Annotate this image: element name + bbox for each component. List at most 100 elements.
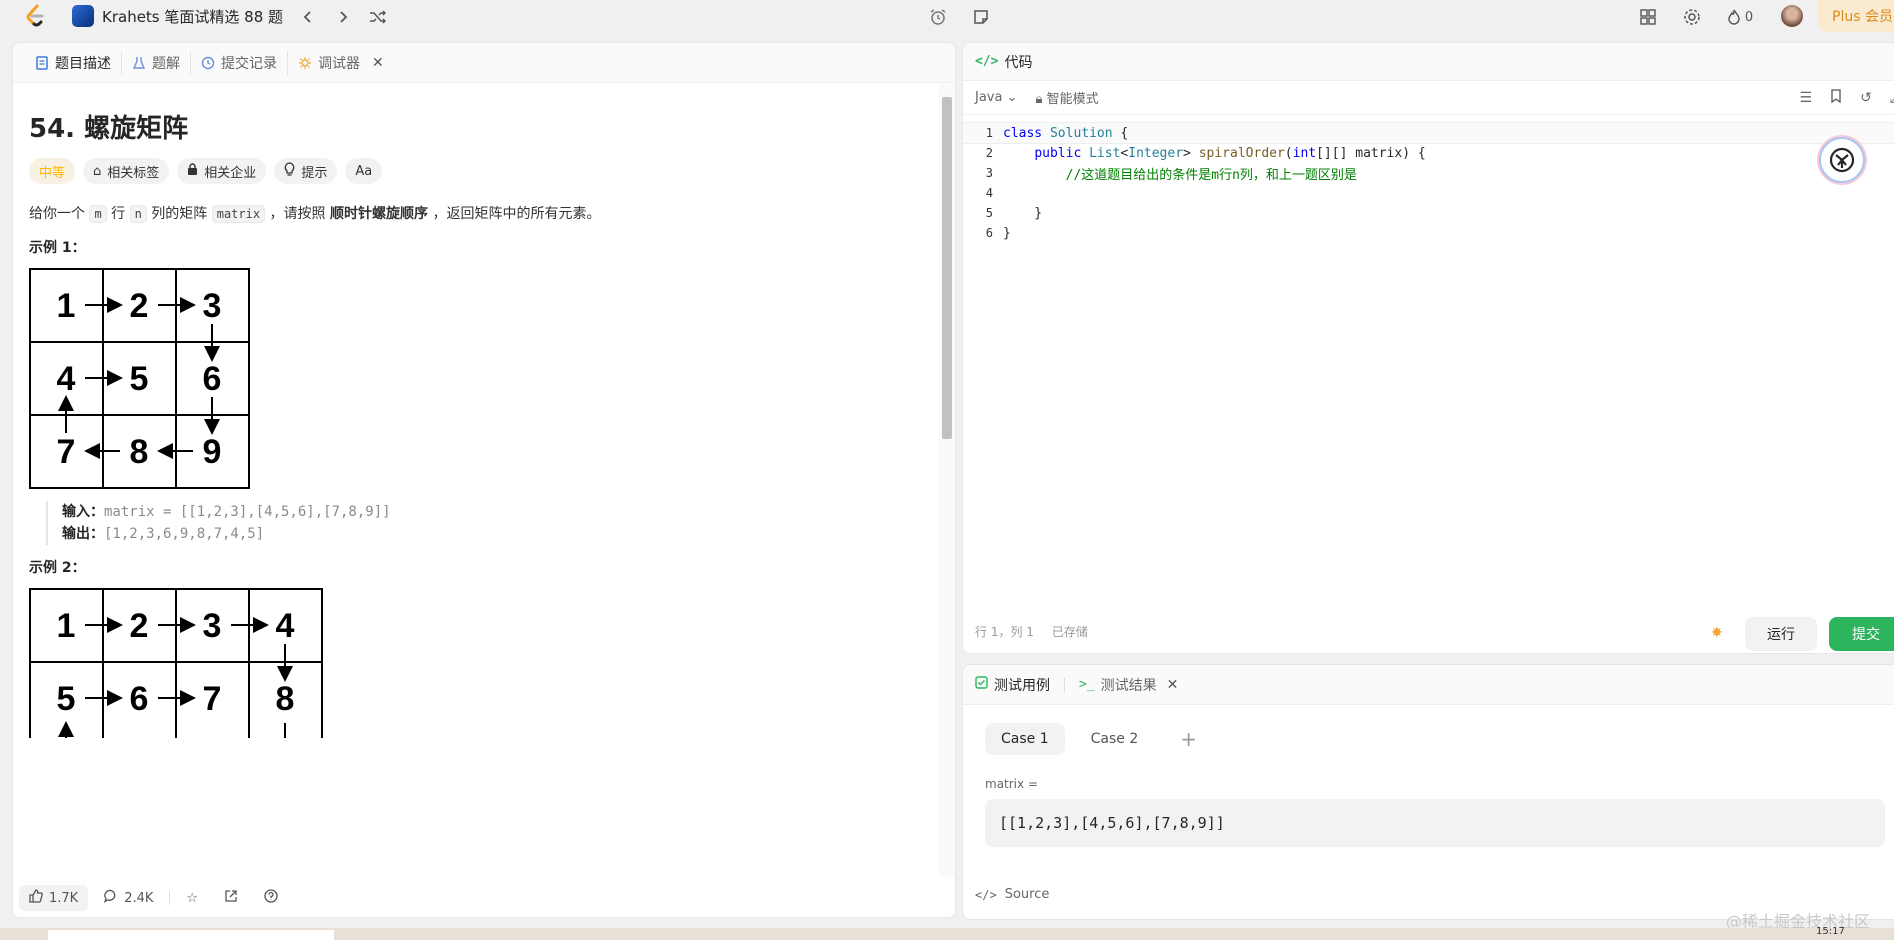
code-token: } bbox=[1003, 205, 1043, 221]
code-token: public bbox=[1034, 145, 1090, 161]
ex1-cell: 1 bbox=[57, 287, 76, 325]
expand-icon[interactable]: ⤢ bbox=[1890, 90, 1894, 106]
code-line[interactable]: 3 //这道题目给出的条件是m行n列，和上一题区别是 bbox=[963, 163, 1894, 183]
tab-submissions[interactable]: 提交记录 bbox=[191, 50, 288, 75]
comment-icon bbox=[104, 889, 118, 907]
font-size-badge[interactable]: Aa bbox=[345, 158, 383, 184]
reset-icon[interactable]: ↺ bbox=[1860, 90, 1872, 106]
plus-membership-button[interactable]: Plus 会员 bbox=[1818, 0, 1894, 32]
code-line[interactable]: 1 class Solution { bbox=[963, 122, 1894, 144]
smart-mode-toggle[interactable]: 🔒︎ 智能模式 bbox=[1036, 88, 1099, 107]
desc-text: ，请按照 bbox=[269, 206, 326, 222]
submit-button[interactable]: 提交 bbox=[1829, 617, 1894, 651]
close-tab-icon[interactable]: ✕ bbox=[372, 55, 384, 71]
tags-badge[interactable]: ⌂ 相关标签 bbox=[83, 158, 170, 184]
language-select[interactable]: Java ⌄ bbox=[975, 90, 1018, 105]
code-token: spiralOrder bbox=[1198, 145, 1285, 161]
star-button[interactable]: ☆ bbox=[176, 887, 208, 910]
code-editor[interactable]: 1 class Solution {2 public List<Integer> … bbox=[963, 122, 1894, 243]
lock-icon bbox=[187, 163, 198, 179]
desc-code-n: n bbox=[129, 205, 147, 223]
layout-grid-icon[interactable] bbox=[1636, 5, 1660, 29]
comments-button[interactable]: 2.4K bbox=[94, 885, 163, 911]
problem-list-title[interactable]: Krahets 笔面试精选 88 题 bbox=[72, 5, 283, 27]
add-case-icon[interactable]: + bbox=[1164, 723, 1213, 755]
help-button[interactable] bbox=[254, 885, 288, 911]
tab-solutions-label: 题解 bbox=[152, 55, 180, 72]
tab-debugger[interactable]: 调试器 ✕ bbox=[288, 51, 394, 75]
description-scrollbar[interactable] bbox=[939, 83, 955, 915]
case-tab-1[interactable]: Case 1 bbox=[985, 723, 1065, 755]
problem-tabs: 题目描述 题解 提交记录 调试器 ✕ bbox=[13, 43, 955, 83]
problem-footer: 1.7K 2.4K ☆ bbox=[13, 877, 955, 917]
chevron-down-icon: ⌄ bbox=[1006, 90, 1018, 105]
tab-description-label: 题目描述 bbox=[55, 55, 111, 72]
companies-badge[interactable]: 相关企业 bbox=[177, 158, 267, 184]
code-line[interactable]: 4 bbox=[963, 183, 1894, 203]
prev-problem-icon[interactable] bbox=[296, 5, 320, 29]
editor-toolbar: Java ⌄ 🔒︎ 智能模式 ☰ ↺ ⤢ bbox=[963, 81, 1894, 115]
ex1-cell: 5 bbox=[130, 360, 149, 398]
tags-badge-label: 相关标签 bbox=[107, 165, 160, 181]
code-line[interactable]: 2 public List<Integer> spiralOrder(int[]… bbox=[963, 143, 1894, 163]
bookmark-icon[interactable] bbox=[1830, 88, 1842, 107]
source-label: Source bbox=[1004, 887, 1050, 902]
streak-count: 0 bbox=[1744, 9, 1754, 25]
settings-gear-icon[interactable] bbox=[1680, 5, 1704, 29]
alarm-clock-icon[interactable] bbox=[926, 5, 950, 29]
format-icon[interactable]: ☰ bbox=[1800, 90, 1813, 106]
ex1-cell: 4 bbox=[57, 360, 76, 398]
code-token: //这道题目给出的条件是m行n列，和上一题区别是 bbox=[1065, 167, 1357, 183]
ex2-cell: 7 bbox=[203, 680, 222, 718]
code-token: ( bbox=[1284, 145, 1293, 161]
close-tab-icon[interactable]: ✕ bbox=[1167, 677, 1179, 693]
cursor-position: 行 1，列 1 bbox=[975, 625, 1034, 639]
param-input[interactable]: [[1,2,3],[4,5,6],[7,8,9]] bbox=[985, 799, 1885, 847]
share-button[interactable] bbox=[214, 885, 248, 911]
tab-test-results-label: 测试结果 bbox=[1100, 677, 1157, 694]
line-number: 4 bbox=[985, 186, 993, 200]
code-panel: </> 代码 Java ⌄ 🔒︎ 智能模式 ☰ ↺ ⤢ 1 class Solut… bbox=[962, 42, 1894, 654]
hint-badge[interactable]: 提示 bbox=[274, 158, 338, 184]
hint-badge-label: 提示 bbox=[301, 165, 328, 181]
code-token: int bbox=[1292, 145, 1317, 161]
like-button[interactable]: 1.7K bbox=[19, 885, 89, 911]
code-icon: </> bbox=[975, 887, 997, 902]
taskbar-search[interactable] bbox=[48, 930, 334, 940]
tab-description[interactable]: 题目描述 bbox=[25, 50, 122, 75]
top-navbar: Krahets 笔面试精选 88 题 0 Plus 会员 bbox=[0, 0, 1894, 36]
ex2-cell: 8 bbox=[276, 680, 295, 718]
problem-title[interactable]: 54. 螺旋矩阵 bbox=[29, 108, 188, 145]
streak-counter[interactable]: 0 bbox=[1720, 5, 1760, 29]
code-token: { bbox=[1112, 125, 1129, 141]
code-icon: </> bbox=[975, 54, 999, 69]
run-button[interactable]: 运行 bbox=[1745, 617, 1817, 651]
code-line[interactable]: 5 } bbox=[963, 203, 1894, 223]
problem-list-icon bbox=[72, 5, 94, 27]
tab-testcases[interactable]: 测试用例 bbox=[975, 675, 1050, 695]
code-token: [][] matrix) { bbox=[1316, 145, 1426, 161]
leetcode-logo-icon[interactable] bbox=[22, 3, 48, 29]
scrollbar-thumb[interactable] bbox=[942, 97, 952, 439]
help-icon bbox=[264, 889, 278, 907]
line-number: 3 bbox=[985, 166, 993, 180]
line-number: 2 bbox=[985, 146, 993, 160]
next-problem-icon[interactable] bbox=[331, 5, 355, 29]
code-line[interactable]: 6} bbox=[963, 223, 1894, 243]
shuffle-icon[interactable] bbox=[366, 5, 390, 29]
debug-bug-icon[interactable]: ✸ bbox=[1711, 625, 1723, 641]
ex2-cell: 6 bbox=[130, 680, 149, 718]
source-link[interactable]: </> Source bbox=[975, 887, 1049, 902]
code-token: > bbox=[1183, 145, 1199, 161]
tab-solutions[interactable]: 题解 bbox=[122, 50, 191, 75]
code-text: } bbox=[1003, 226, 1011, 241]
tab-test-results[interactable]: >_ 测试结果 ✕ bbox=[1079, 675, 1178, 695]
output-label: 输出： bbox=[62, 526, 104, 542]
thumbs-up-icon bbox=[29, 889, 43, 907]
user-avatar[interactable] bbox=[1781, 5, 1803, 27]
line-number: 1 bbox=[985, 126, 993, 140]
note-icon[interactable] bbox=[969, 5, 993, 29]
case-tab-2[interactable]: Case 2 bbox=[1075, 723, 1155, 755]
ai-assistant-icon[interactable] bbox=[1819, 137, 1865, 183]
code-token: class bbox=[1003, 125, 1050, 141]
